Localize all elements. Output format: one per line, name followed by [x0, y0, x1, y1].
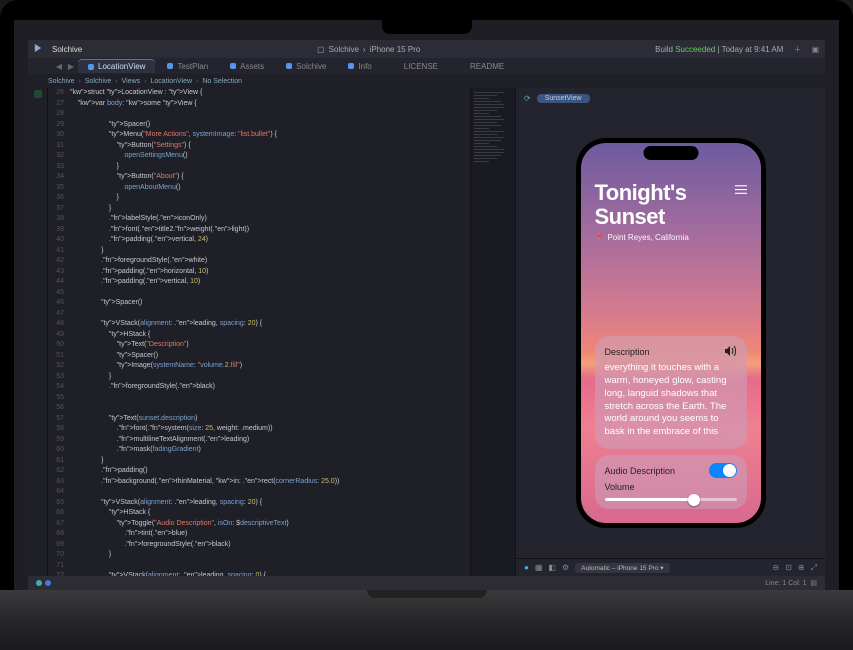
status-dot-1	[36, 580, 42, 586]
scheme-label[interactable]: Solchive	[329, 45, 359, 54]
tab-readme[interactable]: README	[450, 60, 514, 73]
menu-icon[interactable]	[735, 185, 747, 196]
tab-bar: ◀ ▶ LocationView TestPlan Assets Solchiv…	[28, 58, 825, 74]
app-preview[interactable]: Tonight's Sunset 📍 Point Reyes, Californ…	[581, 143, 761, 523]
preview-canvas: ⟳ SunsetView	[515, 88, 825, 576]
scheme-icon: ▢	[317, 45, 325, 54]
toolbar: Solchive ▢ Solchive › iPhone 15 Pro Buil…	[28, 40, 825, 58]
selectable-button[interactable]: ▦	[535, 563, 543, 572]
device-settings-icon[interactable]: ⚙	[562, 563, 569, 572]
editor-options-icon[interactable]: ▤	[810, 580, 817, 587]
laptop-notch	[382, 20, 472, 34]
location-label: 📍 Point Reyes, California	[595, 233, 747, 242]
run-button[interactable]	[34, 44, 42, 54]
tab-testplan[interactable]: TestPlan	[157, 60, 218, 73]
location-pin-icon: 📍	[595, 233, 605, 242]
volume-icon[interactable]	[725, 346, 737, 358]
variants-button[interactable]: ◧	[548, 563, 556, 572]
destination-label[interactable]: iPhone 15 Pro	[370, 45, 421, 54]
cursor-position: Line: 1 Col: 1	[765, 580, 806, 587]
zoom-in-icon[interactable]: ⊕	[798, 563, 805, 572]
panel-toggle-icon[interactable]: ▣	[811, 45, 819, 54]
bottom-bar: Line: 1 Col: 1 ▤	[28, 576, 825, 590]
tab-assets[interactable]: Assets	[220, 60, 274, 73]
iphone-dynamic-island	[643, 146, 698, 160]
minimap[interactable]	[470, 88, 515, 576]
status-dot-2	[45, 580, 51, 586]
iphone-device-frame: Tonight's Sunset 📍 Point Reyes, Californ…	[576, 138, 766, 528]
description-card: Description everything it touches with a…	[595, 336, 747, 449]
code-editor[interactable]: 26 27 28 29 30 31 32 33 34 35 36 37 38 3…	[48, 88, 515, 576]
tab-license[interactable]: LICENSE	[384, 60, 448, 73]
xcode-window: Solchive ▢ Solchive › iPhone 15 Pro Buil…	[28, 40, 825, 590]
audio-desc-toggle[interactable]	[709, 463, 737, 478]
zoom-fit-icon[interactable]: ⊡	[785, 563, 792, 572]
build-status: Build Succeeded | Today at 9:41 AM	[655, 45, 783, 54]
volume-slider[interactable]	[605, 498, 737, 501]
project-name[interactable]: Solchive	[52, 45, 82, 54]
tab-info[interactable]: Info	[338, 60, 381, 73]
zoom-out-icon[interactable]: ⊖	[772, 563, 779, 572]
app-title: Tonight's Sunset	[595, 181, 747, 229]
laptop-base	[0, 590, 853, 650]
preview-refresh-icon[interactable]: ⟳	[524, 94, 531, 103]
jump-bar[interactable]: Solchive› Solchive› Views› LocationView›…	[28, 74, 825, 88]
nav-back-icon[interactable]: ◀	[54, 61, 64, 71]
live-button[interactable]: ●	[524, 563, 529, 572]
preview-pill[interactable]: SunsetView	[537, 94, 590, 103]
volume-label: Volume	[605, 482, 635, 492]
controls-card: Audio Description Volume	[595, 455, 747, 509]
preview-footer: ● ▦ ◧ ⚙ Automatic – iPhone 15 Pro ▾ ⊖ ⊡ …	[516, 558, 825, 576]
tab-locationview[interactable]: LocationView	[78, 59, 155, 73]
device-selector[interactable]: Automatic – iPhone 15 Pro ▾	[575, 563, 669, 573]
macbook-frame: Solchive ▢ Solchive › iPhone 15 Pro Buil…	[0, 0, 853, 650]
tab-solchive[interactable]: Solchive	[276, 60, 336, 73]
zoom-actual-icon[interactable]: ⤢	[811, 563, 817, 573]
nav-fwd-icon[interactable]: ▶	[66, 61, 76, 71]
description-text: everything it touches with a warm, honey…	[605, 362, 737, 439]
add-button[interactable]: ＋	[793, 44, 801, 55]
audio-desc-label: Audio Description	[605, 466, 676, 476]
navigator-stub	[28, 88, 48, 576]
description-label: Description	[605, 347, 650, 357]
